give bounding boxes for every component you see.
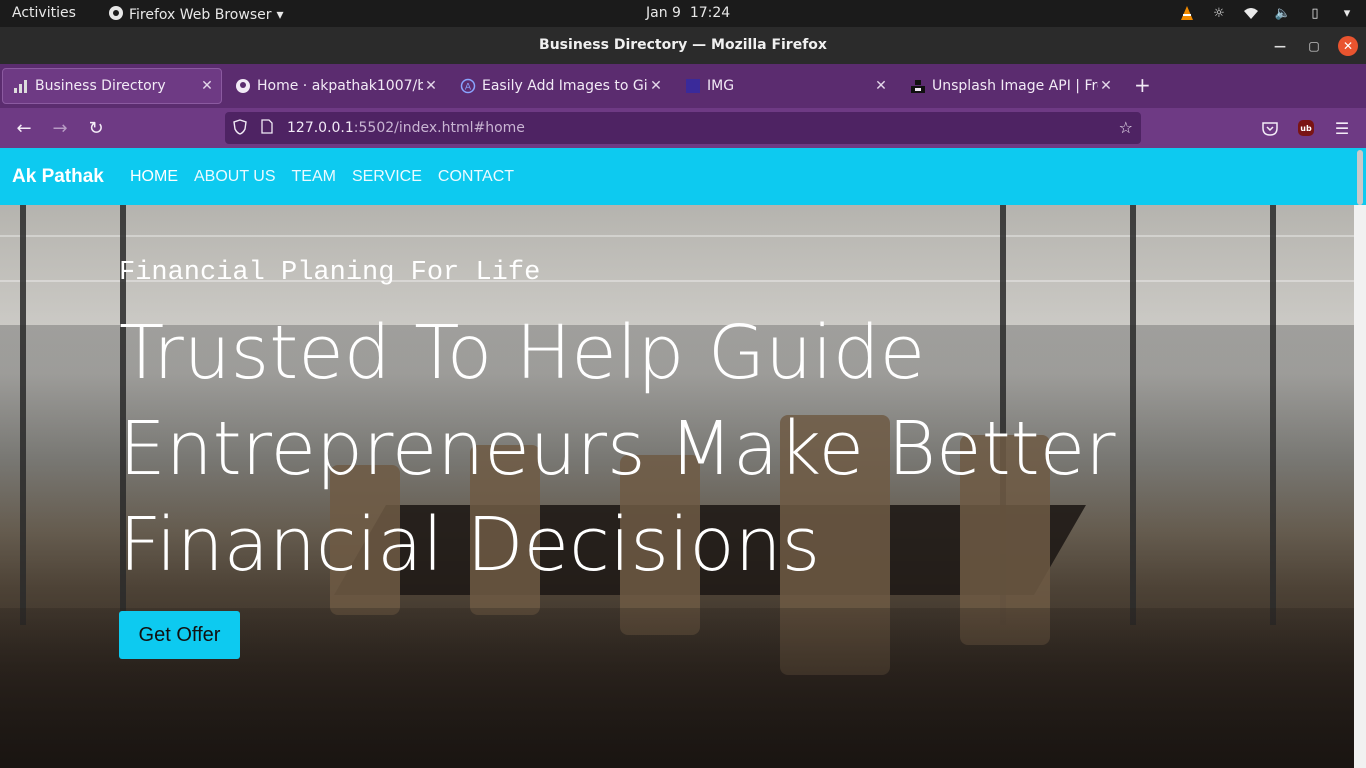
tab-unsplash[interactable]: Unsplash Image API | Free ✕	[900, 68, 1120, 104]
menu-item-about-us[interactable]: ABOUT US	[194, 168, 276, 186]
clock[interactable]: Jan 9 17:24	[646, 5, 730, 21]
menu-item-team[interactable]: TEAM	[292, 168, 336, 186]
tab-close-button[interactable]: ✕	[873, 78, 889, 94]
tab-label: IMG	[707, 78, 735, 94]
hero-headline: Trusted To Help Guide Entrepreneurs Make…	[119, 310, 1116, 588]
window-frame	[20, 205, 26, 625]
site-navbar: Ak Pathak HOME ABOUT US TEAM SERVICE CON…	[0, 148, 1366, 205]
navigation-toolbar: ← → ↻ 127.0.0.1:5502/index.html#home ☆ u…	[0, 108, 1366, 148]
volume-icon[interactable]: 🔈	[1274, 4, 1292, 22]
site-menu: HOME ABOUT US TEAM SERVICE CONTACT	[130, 168, 514, 186]
menu-item-service[interactable]: SERVICE	[352, 168, 422, 186]
system-tray[interactable]: ☼ 🔈 ▯ ▾	[1178, 4, 1356, 22]
tab-close-button[interactable]: ✕	[199, 78, 215, 94]
tab-label: Easily Add Images to GitH	[482, 78, 648, 94]
tab-business-directory[interactable]: Business Directory ✕	[2, 68, 222, 104]
tab-strip: Business Directory ✕ Home · akpathak1007…	[0, 64, 1366, 108]
hero-section: Financial Planing For Life Trusted To He…	[0, 205, 1354, 768]
page-info-icon[interactable]	[261, 119, 273, 138]
firefox-icon	[108, 5, 124, 25]
chart-bars-icon	[13, 78, 29, 94]
brightness-icon[interactable]: ☼	[1210, 4, 1228, 22]
url-text[interactable]: 127.0.0.1:5502/index.html#home	[287, 120, 525, 136]
tab-github-home[interactable]: Home · akpathak1007/bo ✕	[225, 68, 445, 104]
tab-close-button[interactable]: ✕	[648, 78, 664, 94]
hamburger-menu-icon[interactable]: ☰	[1330, 116, 1354, 140]
bookmark-star-icon[interactable]: ☆	[1119, 118, 1133, 137]
close-window-button[interactable]: ✕	[1338, 36, 1358, 56]
scrollbar-thumb[interactable]	[1357, 150, 1363, 205]
tab-close-button[interactable]: ✕	[423, 78, 439, 94]
reload-button[interactable]: ↻	[84, 116, 108, 140]
window-titlebar: Business Directory — Mozilla Firefox — ▢…	[0, 27, 1366, 64]
vlc-icon[interactable]	[1178, 4, 1196, 22]
back-button[interactable]: ←	[12, 116, 36, 140]
activities-button[interactable]: Activities	[12, 5, 76, 21]
chevron-down-icon: ▾	[276, 7, 284, 23]
page-scrollbar-top[interactable]	[1354, 148, 1366, 205]
address-bar[interactable]: 127.0.0.1:5502/index.html#home ☆	[225, 112, 1141, 144]
web-page: Ak Pathak HOME ABOUT US TEAM SERVICE CON…	[0, 148, 1366, 768]
tracking-shield-icon[interactable]	[233, 119, 247, 139]
minimize-button[interactable]: —	[1270, 36, 1290, 56]
forward-button[interactable]: →	[48, 116, 72, 140]
tab-close-button[interactable]: ✕	[1098, 78, 1114, 94]
window-frame	[1270, 205, 1276, 625]
hero-subtitle: Financial Planing For Life	[119, 258, 541, 288]
tab-label: Business Directory	[35, 78, 166, 94]
github-icon	[235, 78, 251, 94]
ublock-extension-icon[interactable]: ub	[1294, 116, 1318, 140]
page-scrollbar[interactable]	[1354, 205, 1366, 768]
svg-text:A: A	[465, 83, 472, 93]
tab-label: Home · akpathak1007/bo	[257, 78, 423, 94]
ceiling-line	[0, 235, 1354, 237]
circle-a-icon: A	[460, 78, 476, 94]
url-path: :5502/index.html#home	[353, 120, 525, 136]
system-menu-chevron-icon[interactable]: ▾	[1338, 4, 1356, 22]
clock-date: Jan 9	[646, 5, 681, 21]
ublock-badge: ub	[1298, 120, 1314, 136]
tab-add-images-github[interactable]: A Easily Add Images to GitH ✕	[450, 68, 670, 104]
system-top-bar: Activities Firefox Web Browser ▾ Jan 9 1…	[0, 0, 1366, 27]
app-menu[interactable]: Firefox Web Browser ▾	[108, 5, 284, 25]
pocket-icon[interactable]	[1258, 116, 1282, 140]
url-host: 127.0.0.1	[287, 120, 354, 136]
get-offer-button[interactable]: Get Offer	[119, 611, 240, 659]
tab-label: Unsplash Image API | Free	[932, 78, 1098, 94]
maximize-button[interactable]: ▢	[1304, 36, 1324, 56]
new-tab-button[interactable]: +	[1134, 74, 1151, 96]
clock-time: 17:24	[689, 5, 731, 21]
tab-img[interactable]: IMG ✕	[675, 68, 895, 104]
unsplash-icon	[910, 78, 926, 94]
wifi-icon[interactable]	[1242, 4, 1260, 22]
battery-icon[interactable]: ▯	[1306, 4, 1324, 22]
window-title: Business Directory — Mozilla Firefox	[539, 37, 827, 53]
menu-item-home[interactable]: HOME	[130, 168, 178, 186]
menu-item-contact[interactable]: CONTACT	[438, 168, 514, 186]
site-brand[interactable]: Ak Pathak	[12, 166, 104, 188]
app-menu-label: Firefox Web Browser	[129, 7, 272, 23]
img-favicon	[685, 78, 701, 94]
